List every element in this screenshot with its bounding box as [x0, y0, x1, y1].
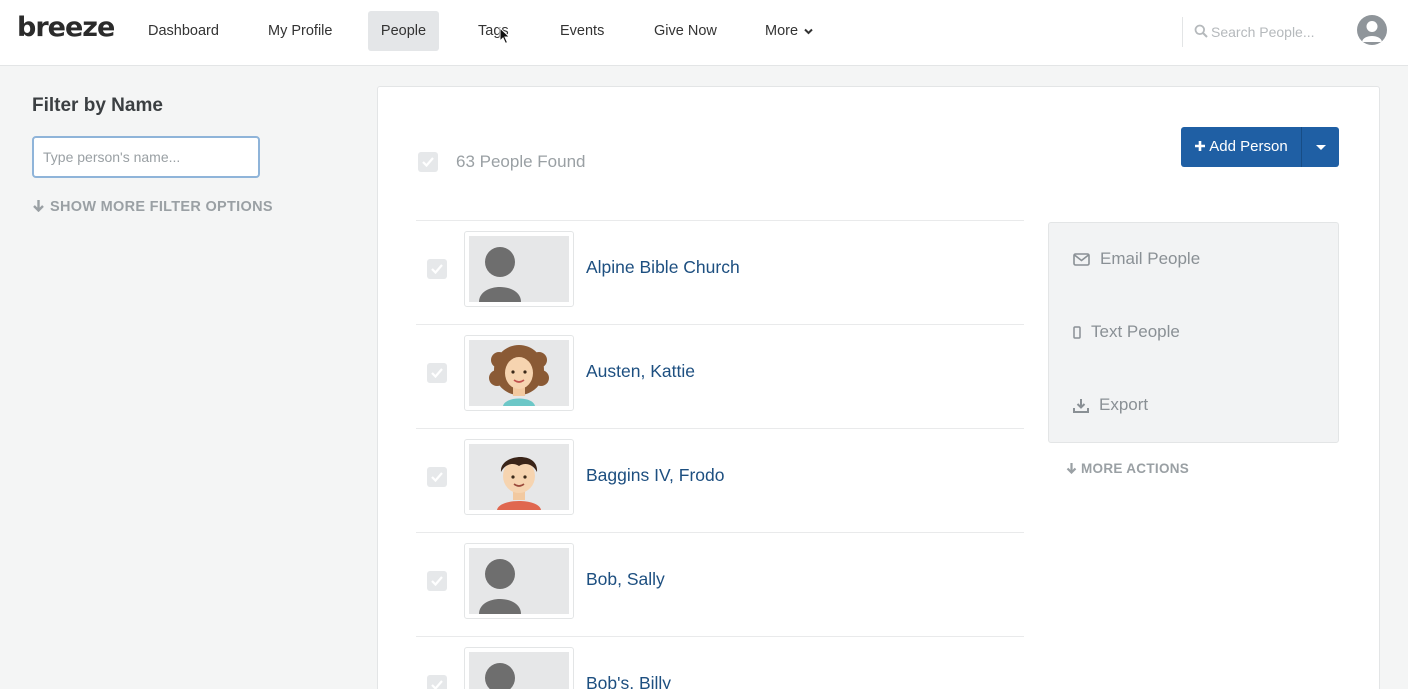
girl-cartoon-avatar-icon [489, 345, 549, 406]
person-name-link[interactable]: Baggins IV, Frodo [586, 465, 724, 486]
nav-events[interactable]: Events [546, 11, 618, 51]
checkmark-icon [422, 157, 434, 168]
person-row[interactable]: Baggins IV, Frodo [416, 428, 1024, 532]
checkmark-icon [431, 368, 443, 379]
top-navigation-bar: breeze Dashboard My Profile People Tags … [0, 0, 1408, 66]
chevron-down-icon [804, 28, 813, 35]
people-found-count: 63 People Found [456, 152, 586, 171]
person-row-checkbox[interactable] [427, 363, 447, 383]
nav-give-now[interactable]: Give Now [640, 11, 731, 51]
person-row-checkbox[interactable] [427, 571, 447, 591]
add-person-dropdown-toggle[interactable] [1301, 127, 1339, 167]
more-actions-label: MORE ACTIONS [1081, 461, 1190, 476]
envelope-icon [1073, 253, 1090, 266]
person-photo[interactable] [464, 231, 574, 307]
user-silhouette-icon [1362, 21, 1382, 42]
nav-dashboard[interactable]: Dashboard [134, 11, 233, 51]
text-people-action[interactable]: Text People [1073, 322, 1180, 342]
person-name-filter-input[interactable] [32, 136, 260, 178]
default-person-silhouette-icon [479, 247, 521, 302]
more-actions-link[interactable]: MORE ACTIONS [1066, 461, 1189, 476]
checkmark-icon [431, 576, 443, 587]
mouse-cursor-icon [499, 27, 511, 45]
show-more-filter-options-label: SHOW MORE FILTER OPTIONS [50, 199, 273, 215]
search-icon [1194, 24, 1208, 38]
search-people-input[interactable] [1211, 20, 1341, 44]
export-action[interactable]: Export [1073, 395, 1148, 415]
arrow-down-icon [1066, 463, 1077, 475]
checkmark-icon [431, 680, 443, 689]
person-name-link[interactable]: Alpine Bible Church [586, 257, 740, 278]
person-row[interactable]: Bob, Sally [416, 532, 1024, 636]
download-icon [1073, 399, 1089, 414]
person-photo[interactable] [464, 543, 574, 619]
user-avatar[interactable] [1357, 15, 1387, 45]
arrow-down-icon [33, 200, 44, 213]
people-search [1194, 20, 1344, 44]
add-person-label: Add Person [1209, 138, 1288, 155]
filter-by-name-heading: Filter by Name [32, 95, 163, 116]
caret-down-icon [1316, 145, 1326, 150]
show-more-filter-options-link[interactable]: SHOW MORE FILTER OPTIONS [32, 199, 273, 215]
person-row[interactable]: Bob's, Billy [416, 636, 1024, 689]
person-row-checkbox[interactable] [427, 467, 447, 487]
person-photo[interactable] [464, 335, 574, 411]
nav-tags[interactable]: Tags [464, 11, 523, 51]
person-photo[interactable] [464, 439, 574, 515]
header-divider [1182, 17, 1183, 47]
person-row-checkbox[interactable] [427, 259, 447, 279]
person-name-link[interactable]: Bob's, Billy [586, 673, 671, 689]
bulk-actions-panel: Email People Text People Export [1048, 222, 1339, 443]
email-people-label: Email People [1100, 249, 1201, 268]
mobile-phone-icon [1073, 326, 1081, 339]
person-row-checkbox[interactable] [427, 675, 447, 689]
nav-my-profile[interactable]: My Profile [254, 11, 346, 51]
export-label: Export [1099, 395, 1149, 414]
plus-icon [1195, 141, 1206, 151]
add-person-button[interactable]: Add Person [1181, 127, 1301, 167]
person-row[interactable]: Austen, Kattie [416, 324, 1024, 428]
breeze-logo[interactable]: breeze [17, 12, 115, 43]
nav-more-label: More [765, 23, 799, 39]
text-people-label: Text People [1091, 322, 1180, 341]
person-name-link[interactable]: Austen, Kattie [586, 361, 695, 382]
checkmark-icon [431, 472, 443, 483]
default-person-silhouette-icon [479, 559, 521, 614]
nav-more[interactable]: More [751, 11, 827, 51]
nav-people[interactable]: People [368, 11, 439, 51]
person-row[interactable]: Alpine Bible Church [416, 220, 1024, 324]
person-photo[interactable] [464, 647, 574, 689]
select-all-checkbox[interactable] [418, 152, 438, 172]
email-people-action[interactable]: Email People [1073, 249, 1200, 269]
checkmark-icon [431, 264, 443, 275]
default-person-silhouette-icon [485, 663, 515, 689]
boy-cartoon-avatar-icon [497, 456, 541, 510]
person-name-link[interactable]: Bob, Sally [586, 569, 665, 590]
